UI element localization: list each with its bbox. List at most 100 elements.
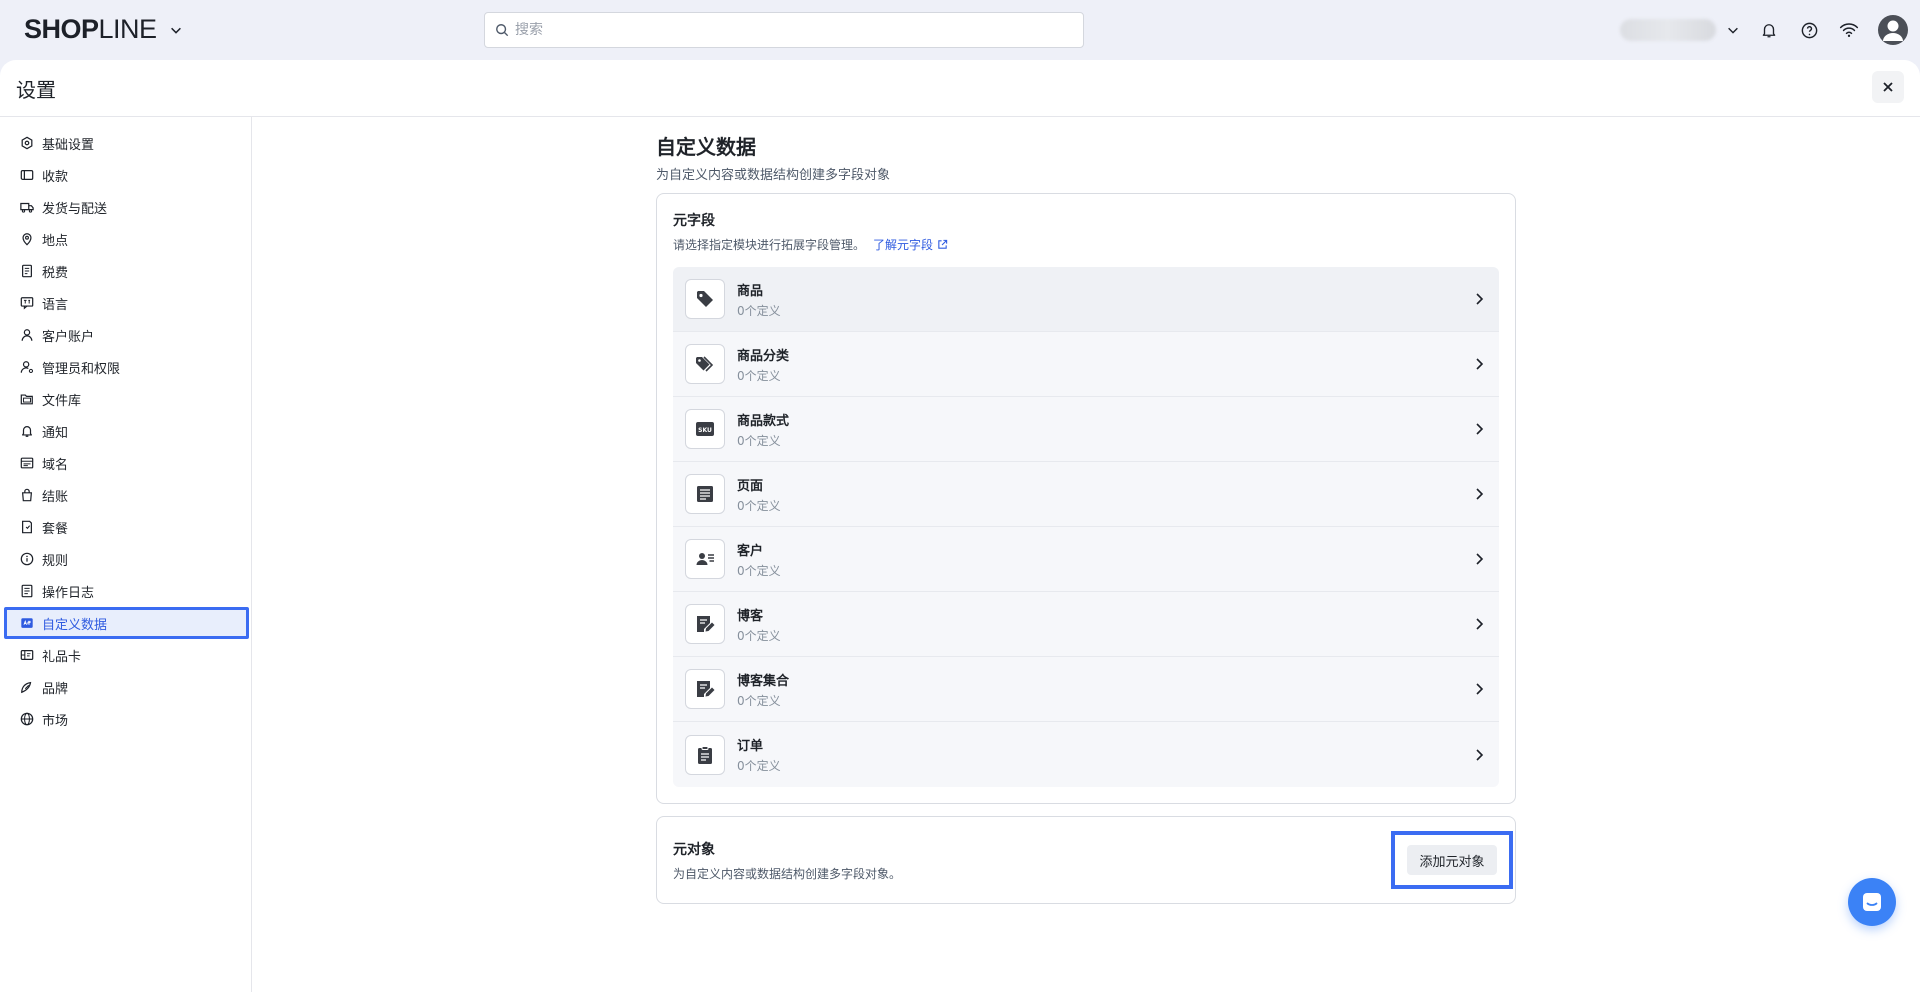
sidebar-item-checkout[interactable]: 结账 [4,479,249,511]
user-gear-icon [20,361,34,374]
store-logo-switcher[interactable]: SHOPLINE [24,14,183,45]
sku-icon: SKU [685,409,725,449]
row-name: 商品 [737,283,764,299]
chat-support-button[interactable] [1848,878,1896,926]
shopping-bag-icon [21,488,33,502]
sidebar-item-label: 管理员和权限 [42,361,121,377]
sidebar-item-brand[interactable]: 品牌 [4,671,249,703]
row-count: 0个定义 [737,628,781,643]
search-box[interactable] [484,12,1084,48]
truck-icon [20,202,34,213]
metafields-title: 元字段 [673,213,715,229]
sidebar-item-custom-data[interactable]: 自定义数据 [4,607,249,639]
tags-icon [685,344,725,384]
location-pin-icon [22,233,32,246]
chevron-right-icon [1476,618,1484,630]
learn-metafields-link[interactable]: 了解元字段 [873,236,948,253]
customer-card-icon [685,539,725,579]
sidebar-item-label: 品牌 [42,681,69,697]
metafield-row-orders[interactable]: 订单 0个定义 [673,722,1499,787]
chevron-right-icon [1476,358,1484,370]
sidebar-item-label: 结账 [42,489,69,505]
sidebar-item-label: 域名 [42,457,69,473]
sidebar-item-notifications[interactable]: 通知 [4,415,249,447]
user-avatar[interactable] [1878,15,1908,45]
sidebar-item-markets[interactable]: 市场 [4,703,249,735]
row-count: 0个定义 [737,759,781,773]
sidebar-item-label: 税费 [42,265,69,281]
row-name: 客户 [737,543,764,559]
row-count: 0个定义 [737,498,781,513]
row-count: 0个定义 [737,433,781,448]
sidebar-item-label: 礼品卡 [42,649,82,665]
custom-data-icon [21,618,33,628]
sidebar-item-basic-settings[interactable]: 基础设置 [4,127,249,159]
row-count: 0个定义 [737,563,781,578]
info-circle-icon [20,552,34,566]
sidebar-item-domains[interactable]: 域名 [4,447,249,479]
metafield-row-products[interactable]: 商品 0个定义 [673,267,1499,332]
help-icon[interactable] [1798,19,1820,41]
blog-collection-icon [685,669,725,709]
svg-text:SKU: SKU [698,427,712,434]
gift-card-icon [20,650,34,660]
close-button[interactable] [1872,71,1904,103]
sidebar-item-locations[interactable]: 地点 [4,223,249,255]
sidebar-item-shipping[interactable]: 发货与配送 [4,191,249,223]
chevron-right-icon [1476,748,1484,761]
custom-data-content: 自定义数据 为自定义内容或数据结构创建多字段对象 元字段 请选择指定模块进行拓展… [656,117,1516,904]
language-icon [20,297,34,310]
page-title: 设置 [16,77,56,102]
search-icon [496,24,509,37]
metafield-row-blogs[interactable]: 博客 0个定义 [673,592,1499,657]
sidebar-item-label: 操作日志 [42,585,95,601]
chevron-right-icon [1476,293,1484,305]
sidebar-item-gift-cards[interactable]: 礼品卡 [4,639,249,671]
settings-header: 设置 [0,60,1920,117]
metaobjects-title: 元对象 [673,841,715,858]
sidebar-item-languages[interactable]: 语言 [4,287,249,319]
sidebar-item-label: 市场 [42,713,69,729]
domain-icon [20,457,34,469]
sidebar-item-label: 客户账户 [42,329,95,345]
sidebar-item-policies[interactable]: 规则 [4,543,249,575]
row-count: 0个定义 [737,368,781,383]
top-bar: SHOPLINE [0,0,1920,60]
globe-icon [20,712,34,726]
sidebar-item-label: 文件库 [42,393,82,409]
store-settings-icon [21,136,33,150]
notification-bell-icon[interactable] [1758,19,1780,41]
metafield-row-collections[interactable]: 商品分类 0个定义 [673,332,1499,397]
sidebar-item-customer-accounts[interactable]: 客户账户 [4,319,249,351]
store-name-blurred [1620,19,1716,41]
settings-sheet: 设置 基础设置 收款 发货与配送 地点 税费 语言 客户账户 管理员和权限 文件… [0,60,1920,992]
metafield-row-blog-collections[interactable]: 博客集合 0个定义 [673,657,1499,722]
metafields-card: 元字段 请选择指定模块进行拓展字段管理。 了解元字段 商品 0个定义 商品分类 … [656,193,1516,804]
learn-metafields-label: 了解元字段 [873,238,934,252]
chevron-right-icon [1476,423,1484,435]
sidebar-item-label: 收款 [42,169,69,185]
row-count: 0个定义 [737,303,781,318]
wifi-icon[interactable] [1838,19,1860,41]
chevron-right-icon [1476,488,1484,500]
sidebar-item-label: 语言 [42,297,69,313]
sidebar-item-plan[interactable]: 套餐 [4,511,249,543]
metafield-row-pages[interactable]: 页面 0个定义 [673,462,1499,527]
sidebar-item-activity-log[interactable]: 操作日志 [4,575,249,607]
folder-icon [20,394,33,405]
add-metaobject-button[interactable]: 添加元对象 [1407,845,1497,875]
sidebar-item-label: 通知 [42,425,69,441]
search-input[interactable] [515,22,1055,38]
tag-icon [685,279,725,319]
sidebar-item-payments[interactable]: 收款 [4,159,249,191]
metafield-row-customers[interactable]: 客户 0个定义 [673,527,1499,592]
metafield-row-variants[interactable]: SKU 商品款式 0个定义 [673,397,1499,462]
sidebar-item-files[interactable]: 文件库 [4,383,249,415]
sidebar-item-admins-permissions[interactable]: 管理员和权限 [4,351,249,383]
store-selector[interactable] [1620,19,1740,41]
sidebar-item-taxes[interactable]: 税费 [4,255,249,287]
row-name: 页面 [737,478,764,494]
brand-icon [21,681,32,694]
row-name: 订单 [737,739,764,754]
chevron-right-icon [1476,683,1484,695]
